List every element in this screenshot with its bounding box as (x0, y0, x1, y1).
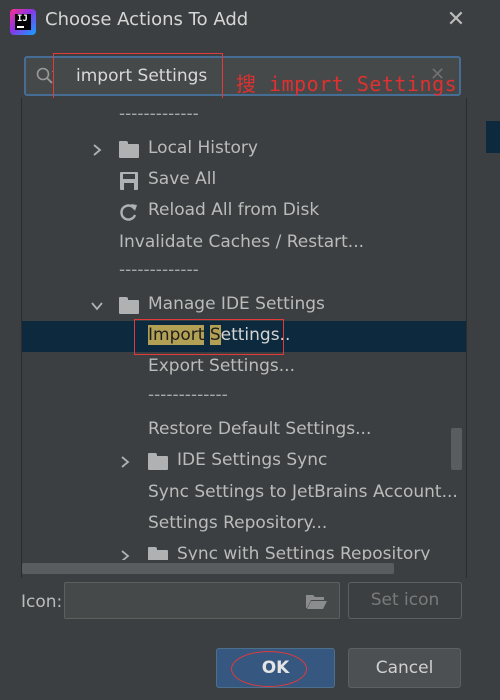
search-icon[interactable] (36, 67, 54, 85)
icon-path-field[interactable] (64, 582, 340, 619)
annotation-circle-ok (231, 651, 307, 687)
tree-action-settings-repository[interactable]: Settings Repository... (22, 509, 466, 540)
separator-label: ------------- (148, 385, 228, 405)
cancel-button[interactable]: Cancel (348, 648, 461, 688)
chevron-right-icon[interactable] (118, 455, 132, 469)
tree-separator: ------------- (22, 259, 466, 290)
annotation-box-search (53, 53, 223, 104)
set-icon-button[interactable]: Set icon (348, 582, 462, 619)
reload-icon (120, 204, 137, 221)
separator-label: ------------- (119, 104, 199, 124)
tree-item-label: Export Settings... (148, 356, 295, 376)
separator-label: ------------- (119, 260, 199, 280)
folder-icon (148, 453, 168, 471)
annotation-text: 搜 import Settings (236, 72, 458, 96)
tree-group-manage-ide-settings[interactable]: Manage IDE Settings (22, 290, 466, 321)
folder-icon (119, 141, 139, 159)
horizontal-scrollbar[interactable] (22, 563, 394, 574)
tree-action-invalidate-caches[interactable]: Invalidate Caches / Restart... (22, 228, 466, 259)
save-icon (120, 172, 138, 190)
tree-item-label: Local History (148, 138, 258, 158)
tree-item-label: Sync Settings to JetBrains Account... (148, 482, 458, 502)
tree-item-label: Invalidate Caches / Restart... (119, 232, 365, 252)
tree-group-local-history[interactable]: Local History (22, 134, 466, 165)
tree-action-sync-settings-account[interactable]: Sync Settings to JetBrains Account... (22, 478, 466, 509)
tree-item-label: IDE Settings Sync (177, 450, 328, 470)
folder-icon (119, 297, 139, 315)
tree-item-label: Settings Repository... (148, 513, 328, 533)
chevron-right-icon[interactable] (90, 143, 104, 157)
close-icon[interactable]: ✕ (446, 7, 466, 33)
tree-separator: ------------- (22, 384, 466, 415)
background-window-strip (486, 121, 500, 153)
icon-label: Icon: (21, 592, 63, 612)
tree-separator: ------------- (22, 103, 466, 134)
annotation-box-import (134, 319, 284, 355)
tree-item-label: Save All (148, 169, 217, 189)
tree-item-label: Reload All from Disk (148, 200, 320, 220)
tree-action-save-all[interactable]: Save All (22, 165, 466, 196)
dialog-title: Choose Actions To Add (45, 9, 249, 30)
tree-action-reload-all[interactable]: Reload All from Disk (22, 196, 466, 227)
tree-group-ide-settings-sync[interactable]: IDE Settings Sync (22, 446, 466, 477)
vertical-scrollbar[interactable] (451, 428, 462, 470)
intellij-logo-icon: IJ (10, 9, 36, 35)
tree-action-restore-default-settings[interactable]: Restore Default Settings... (22, 415, 466, 446)
chevron-down-icon[interactable] (90, 299, 104, 313)
tree-item-label: Restore Default Settings... (148, 419, 372, 439)
open-folder-icon[interactable] (305, 593, 327, 609)
tree-item-label: Manage IDE Settings (148, 294, 325, 314)
tree-action-export-settings[interactable]: Export Settings... (22, 352, 466, 383)
